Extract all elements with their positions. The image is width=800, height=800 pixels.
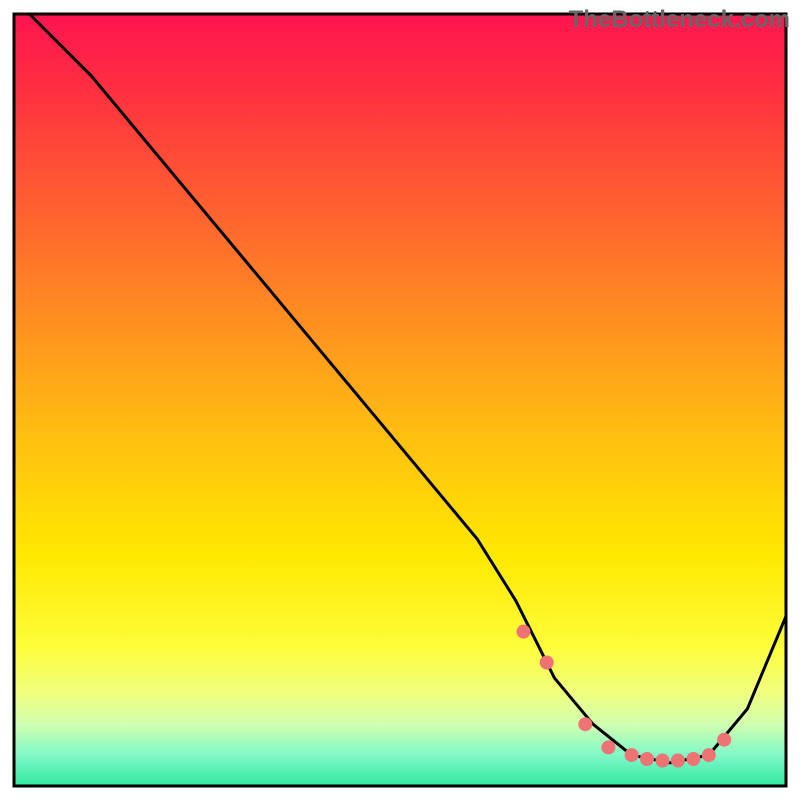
bottleneck-chart: TheBottleneck.com	[0, 0, 800, 800]
data-marker	[517, 625, 531, 639]
data-marker	[717, 733, 731, 747]
data-marker	[540, 656, 554, 670]
data-marker	[671, 754, 685, 768]
data-marker	[702, 748, 716, 762]
watermark-text: TheBottleneck.com	[569, 6, 790, 34]
data-marker	[640, 752, 654, 766]
chart-canvas	[0, 0, 800, 800]
data-marker	[601, 740, 615, 754]
data-marker	[656, 754, 670, 768]
data-marker	[625, 748, 639, 762]
data-marker	[686, 752, 700, 766]
plot-background	[14, 14, 786, 786]
data-marker	[578, 717, 592, 731]
